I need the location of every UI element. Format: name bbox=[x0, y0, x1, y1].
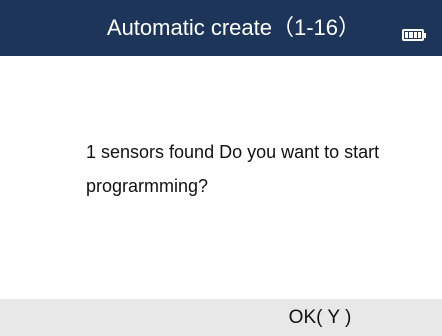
dialog-body: 1 sensors found Do you want to start pro… bbox=[0, 56, 442, 299]
title-bar: Automatic create（1-16） bbox=[0, 0, 442, 56]
battery-cell bbox=[417, 32, 421, 38]
battery-cell bbox=[413, 32, 417, 38]
ok-button[interactable]: OK( Y ) bbox=[270, 299, 370, 336]
battery-cell bbox=[409, 32, 413, 38]
battery-cell bbox=[405, 32, 409, 38]
battery-full-icon bbox=[402, 29, 426, 41]
dialog-message: 1 sensors found Do you want to start pro… bbox=[86, 142, 380, 196]
footer-bar: OK( Y ) bbox=[0, 299, 442, 336]
battery-cap bbox=[424, 33, 426, 38]
page-title: Automatic create（1-16） bbox=[106, 15, 360, 40]
